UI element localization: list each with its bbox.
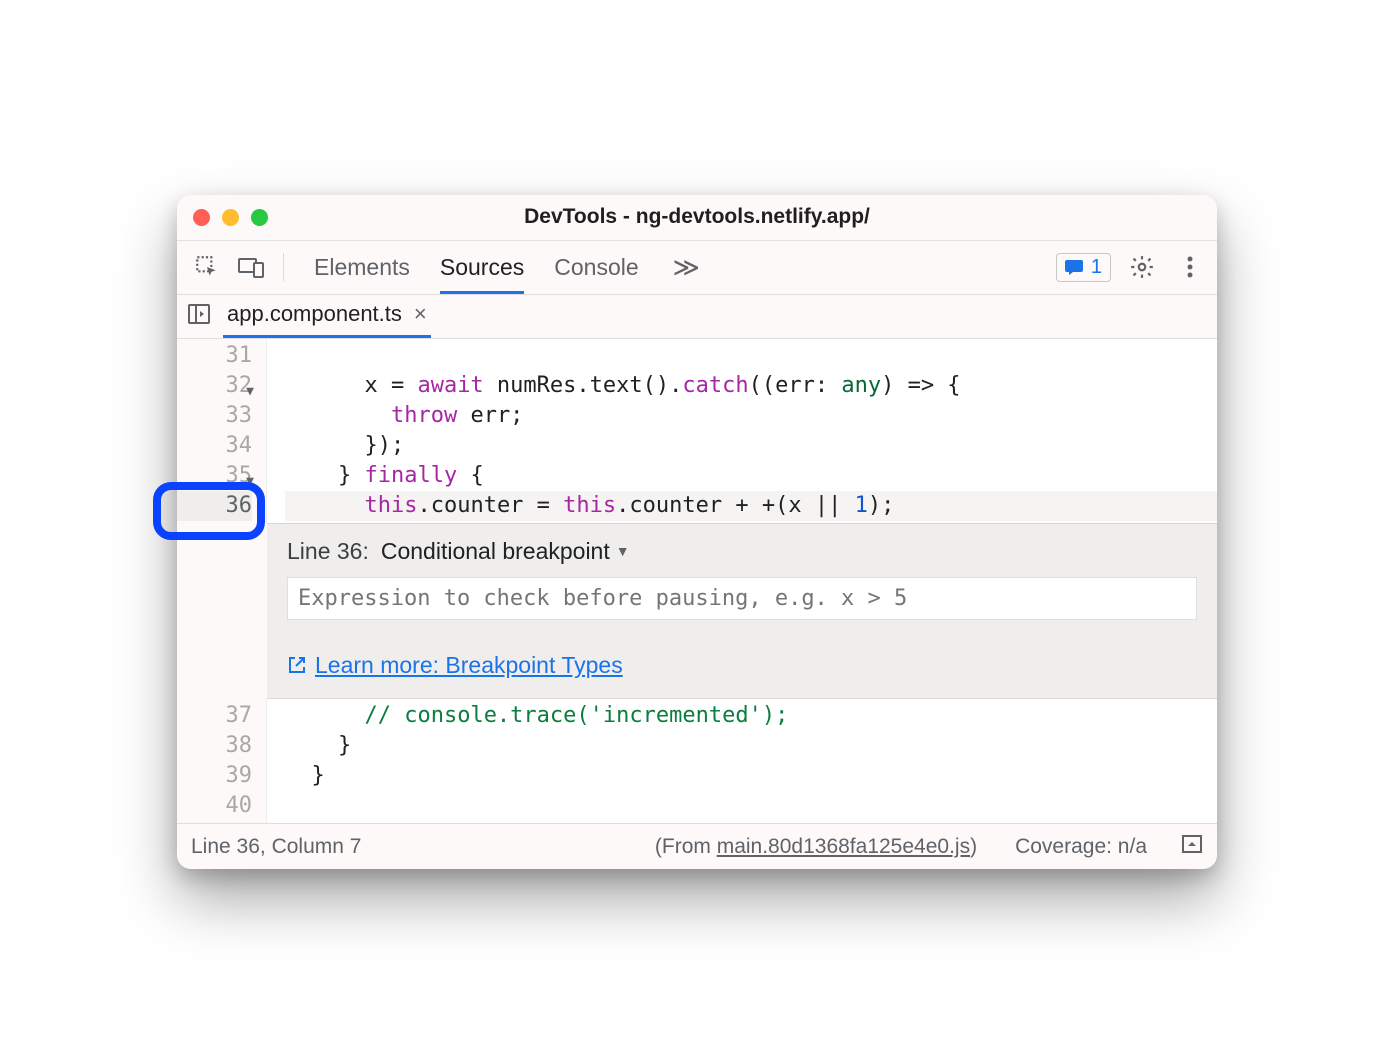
- device-toolbar-icon[interactable]: [231, 247, 271, 287]
- line-36-gutter-highlight: [153, 482, 265, 540]
- tab-sources[interactable]: Sources: [440, 248, 524, 294]
- line-number[interactable]: 38: [177, 731, 252, 761]
- breakpoint-type-dropdown[interactable]: Conditional breakpoint ▼: [381, 538, 630, 565]
- issues-badge[interactable]: 1: [1056, 253, 1111, 282]
- code-line[interactable]: [285, 341, 1217, 371]
- file-tab-bar: app.component.ts ×: [177, 295, 1217, 339]
- minimize-window-button[interactable]: [222, 209, 239, 226]
- code-line[interactable]: [285, 791, 1217, 821]
- line-number[interactable]: 31: [177, 341, 252, 371]
- line-number[interactable]: 34: [177, 431, 252, 461]
- toolbar-divider: [283, 253, 284, 281]
- settings-icon[interactable]: [1125, 250, 1159, 284]
- panel-tabs: Elements Sources Console ≫: [314, 248, 700, 287]
- tab-elements[interactable]: Elements: [314, 248, 410, 287]
- window-controls: [193, 209, 268, 226]
- toolbar-right: 1: [1056, 250, 1207, 284]
- code-editor[interactable]: 3132▼333435▼36 x = await numRes.text().c…: [177, 339, 1217, 523]
- close-file-tab-icon[interactable]: ×: [414, 301, 427, 327]
- breakpoint-type-label: Conditional breakpoint: [381, 538, 610, 565]
- code-line[interactable]: this.counter = this.counter + +(x || 1);: [285, 491, 1217, 521]
- titlebar[interactable]: DevTools - ng-devtools.netlify.app/: [177, 195, 1217, 241]
- code-line[interactable]: // console.trace('incremented');: [285, 701, 1217, 731]
- file-tab-active[interactable]: app.component.ts ×: [223, 294, 431, 338]
- more-options-icon[interactable]: [1173, 250, 1207, 284]
- breakpoint-editor-panel: Line 36: Conditional breakpoint ▼ Learn …: [267, 523, 1217, 700]
- source-map-link[interactable]: main.80d1368fa125e4e0.js: [717, 835, 970, 858]
- code-line[interactable]: }: [285, 731, 1217, 761]
- tab-console[interactable]: Console: [554, 248, 638, 287]
- breakpoint-line-label: Line 36:: [287, 538, 369, 565]
- cursor-position: Line 36, Column 7: [191, 835, 361, 859]
- line-number[interactable]: 32▼: [177, 371, 252, 401]
- main-toolbar: Elements Sources Console ≫ 1: [177, 241, 1217, 295]
- drawer-toggle-icon[interactable]: [1181, 834, 1203, 860]
- line-number-gutter-below[interactable]: 37383940: [177, 699, 267, 823]
- line-number[interactable]: 39: [177, 761, 252, 791]
- code-line[interactable]: } finally {: [285, 461, 1217, 491]
- devtools-window: DevTools - ng-devtools.netlify.app/ Elem…: [177, 195, 1217, 870]
- line-number[interactable]: 37: [177, 701, 252, 731]
- code-line[interactable]: });: [285, 431, 1217, 461]
- maximize-window-button[interactable]: [251, 209, 268, 226]
- chevron-down-icon: ▼: [616, 543, 630, 559]
- code-content[interactable]: x = await numRes.text().catch((err: any)…: [267, 339, 1217, 523]
- more-tabs-button[interactable]: ≫: [673, 252, 700, 283]
- status-bar: Line 36, Column 7 (From main.80d1368fa12…: [177, 823, 1217, 869]
- line-number[interactable]: 33: [177, 401, 252, 431]
- code-line[interactable]: throw err;: [285, 401, 1217, 431]
- breakpoint-header: Line 36: Conditional breakpoint ▼: [287, 538, 1197, 565]
- line-number[interactable]: 40: [177, 791, 252, 821]
- coverage-info: Coverage: n/a: [1015, 835, 1147, 859]
- code-line[interactable]: }: [285, 761, 1217, 791]
- breakpoint-condition-input[interactable]: [287, 577, 1197, 620]
- close-window-button[interactable]: [193, 209, 210, 226]
- learn-more-text: Learn more: Breakpoint Types: [315, 652, 623, 679]
- learn-more-link[interactable]: Learn more: Breakpoint Types: [287, 652, 623, 679]
- code-line[interactable]: x = await numRes.text().catch((err: any)…: [285, 371, 1217, 401]
- source-map-info: (From main.80d1368fa125e4e0.js): [655, 835, 977, 859]
- external-link-icon: [287, 655, 307, 675]
- code-editor-below[interactable]: 37383940 // console.trace('incremented')…: [177, 699, 1217, 823]
- issues-count: 1: [1091, 256, 1102, 279]
- navigator-toggle-icon[interactable]: [187, 303, 211, 330]
- window-title: DevTools - ng-devtools.netlify.app/: [177, 205, 1217, 229]
- inspect-element-icon[interactable]: [187, 247, 227, 287]
- file-tab-name: app.component.ts: [227, 301, 402, 327]
- code-content-below[interactable]: // console.trace('incremented'); } }: [267, 699, 1217, 823]
